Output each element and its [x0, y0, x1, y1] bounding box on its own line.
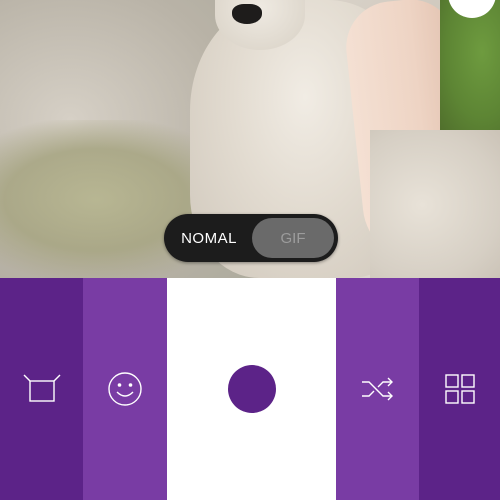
bottom-toolbar [0, 278, 500, 500]
crop-button[interactable] [0, 278, 83, 500]
grid-icon [444, 374, 475, 404]
sticker-button[interactable] [83, 278, 167, 500]
photo-grass [440, 0, 500, 130]
shutter-button[interactable] [227, 365, 276, 413]
smiley-icon [108, 372, 142, 406]
photo-blanket-right [370, 130, 500, 278]
shutter-area[interactable] [167, 278, 336, 500]
grid-button[interactable] [419, 278, 500, 500]
photo-lamb-nose [232, 4, 262, 24]
camera-preview-photo: NOMAL GIF [0, 0, 500, 278]
mode-gif-option[interactable]: GIF [252, 218, 334, 258]
shuffle-button[interactable] [336, 278, 419, 500]
mode-normal-option[interactable]: NOMAL [164, 214, 254, 262]
shuffle-icon [361, 377, 393, 401]
crop-frame-icon [23, 374, 60, 402]
mode-toggle[interactable]: NOMAL GIF [164, 214, 338, 262]
